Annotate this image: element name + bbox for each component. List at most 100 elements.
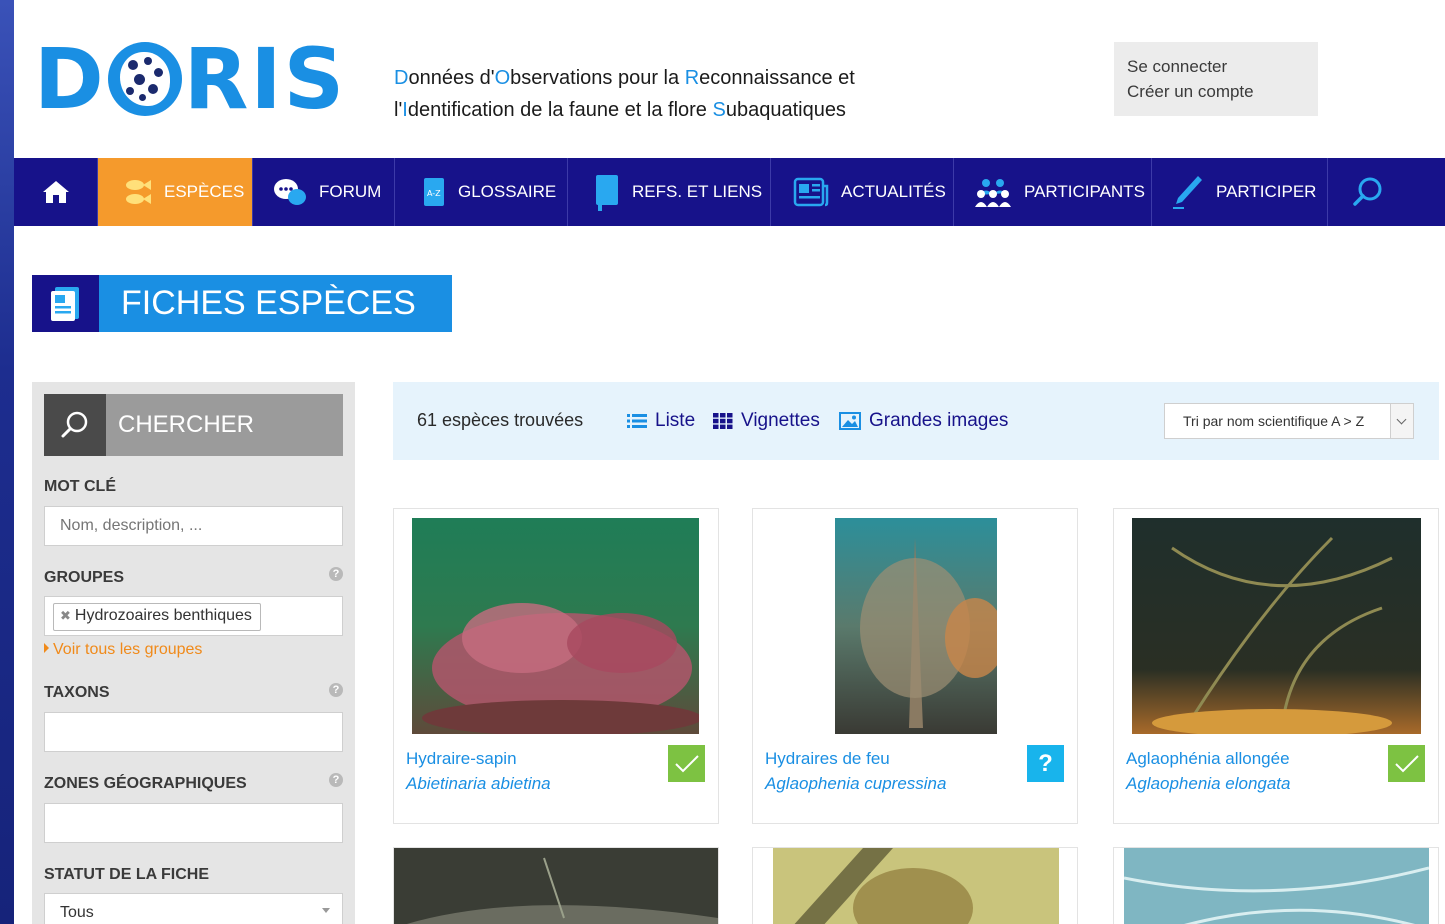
species-photo[interactable] xyxy=(1123,848,1430,924)
zones-label: ZONES GÉOGRAPHIQUES xyxy=(44,775,247,792)
tagline-text: ubaquatiques xyxy=(725,99,846,121)
remove-tag-icon[interactable]: ✖ xyxy=(60,608,71,623)
see-all-groups-label: Voir tous les groupes xyxy=(53,641,203,658)
species-photo[interactable] xyxy=(412,518,702,736)
glossary-book-icon: A-Z xyxy=(424,178,444,206)
species-card[interactable] xyxy=(1113,847,1439,924)
check-icon xyxy=(674,754,699,772)
view-large-images-button[interactable]: Grandes images xyxy=(839,410,1008,432)
species-scientific-name[interactable]: Aglaophenia cupressina xyxy=(765,774,946,794)
groups-label: GROUPES xyxy=(44,569,125,586)
tagline-text: onnées d' xyxy=(408,67,495,89)
species-photo[interactable] xyxy=(394,848,718,924)
tagline-text: econnaissance et xyxy=(699,67,855,89)
nav-actualites[interactable]: ACTUALITÉS xyxy=(771,158,954,226)
view-list-button[interactable]: Liste xyxy=(627,410,695,432)
nav-glossaire[interactable]: A-Z GLOSSAIRE xyxy=(395,158,568,226)
tagline-initial: S xyxy=(712,99,726,121)
species-sheet-icon xyxy=(32,275,99,332)
status-select[interactable]: Tous xyxy=(44,893,343,924)
search-icon xyxy=(1353,177,1382,206)
doris-logo[interactable]: D RIS xyxy=(34,30,346,128)
species-scientific-name[interactable]: Abietinaria abietina xyxy=(406,774,551,794)
species-card[interactable]: Hydraires de feu Aglaophenia cupressina … xyxy=(752,508,1078,824)
page: D RIS Données d'Observations pour la Rec… xyxy=(14,0,1445,924)
taxons-label: TAXONS xyxy=(44,684,110,701)
nav-label: REFS. ET LIENS xyxy=(632,182,763,201)
tagline-initial: D xyxy=(394,67,409,89)
chevron-down-icon xyxy=(1390,404,1413,438)
nav-home[interactable] xyxy=(14,158,98,226)
keyword-input[interactable] xyxy=(44,506,343,546)
nav-forum[interactable]: FORUM xyxy=(253,158,395,226)
nav-participants[interactable]: PARTICIPANTS xyxy=(954,158,1152,226)
groups-select[interactable]: ✖ Hydrozoaires benthiques xyxy=(44,596,343,636)
login-link[interactable]: Se connecter xyxy=(1127,54,1318,79)
nav-label: FORUM xyxy=(319,182,382,201)
nav-search[interactable] xyxy=(1328,158,1408,226)
nav-especes[interactable]: ESPÈCES xyxy=(98,158,253,226)
species-photo[interactable] xyxy=(835,518,1005,734)
see-all-groups-link[interactable]: Voir tous les groupes xyxy=(44,641,202,659)
view-thumbnails-label: Vignettes xyxy=(741,410,820,431)
page-title: FICHES ESPÈCES xyxy=(99,275,452,332)
main-nav: ESPÈCES FORUM A-Z GLOSSAIRE REFS. ET LIE… xyxy=(14,158,1445,226)
logo-letters-ris: RIS xyxy=(183,30,347,128)
home-icon xyxy=(42,181,69,203)
zones-help-icon[interactable]: ? xyxy=(329,773,343,787)
species-scientific-name[interactable]: Aglaophenia elongata xyxy=(1126,774,1290,794)
species-common-name[interactable]: Hydraires de feu xyxy=(765,749,890,769)
view-list-label: Liste xyxy=(655,410,696,431)
page-title-block: FICHES ESPÈCES xyxy=(32,275,452,332)
nav-label: ACTUALITÉS xyxy=(841,182,946,201)
sort-select[interactable]: Tri par nom scientifique A > Z xyxy=(1164,403,1414,439)
chat-bubbles-icon xyxy=(274,179,306,205)
search-header[interactable]: CHERCHER xyxy=(44,394,343,456)
svg-text:A-Z: A-Z xyxy=(427,189,441,198)
grid-icon xyxy=(713,413,733,429)
status-label: STATUT DE LA FICHE xyxy=(44,866,210,883)
species-card[interactable] xyxy=(393,847,719,924)
tagline-line: l'Identification de la faune et la flore… xyxy=(394,94,855,126)
search-header-label: CHERCHER xyxy=(106,394,343,456)
question-status-badge: ? xyxy=(1027,745,1064,782)
sort-select-value: Tri par nom scientifique A > Z xyxy=(1183,413,1365,429)
group-tag: ✖ Hydrozoaires benthiques xyxy=(53,603,261,631)
species-card[interactable]: Hydraire-sapin Abietinaria abietina xyxy=(393,508,719,824)
site-tagline: Données d'Observations pour la Reconnais… xyxy=(394,62,855,126)
account-box: Se connecter Créer un compte xyxy=(1114,42,1318,116)
view-thumbnails-button[interactable]: Vignettes xyxy=(713,410,820,432)
pen-icon xyxy=(1173,176,1202,209)
results-toolbar: 61 espèces trouvées Liste Vignettes Gran… xyxy=(393,382,1439,460)
register-link[interactable]: Créer un compte xyxy=(1127,79,1318,104)
search-icon xyxy=(44,394,106,456)
zones-input[interactable] xyxy=(44,803,343,843)
view-large-images-label: Grandes images xyxy=(869,410,1009,431)
taxons-help-icon[interactable]: ? xyxy=(329,683,343,697)
tagline-line: Données d'Observations pour la Reconnais… xyxy=(394,62,855,94)
tagline-initial: R xyxy=(684,67,700,89)
logo-letter-d: D xyxy=(34,30,106,128)
species-card[interactable] xyxy=(752,847,1078,924)
nav-label: PARTICIPANTS xyxy=(1024,182,1145,201)
nav-refs[interactable]: REFS. ET LIENS xyxy=(568,158,771,226)
nav-label: GLOSSAIRE xyxy=(458,182,557,201)
species-photo[interactable] xyxy=(773,848,1059,924)
results-count: 61 espèces trouvées xyxy=(417,410,584,430)
species-common-name[interactable]: Hydraire-sapin xyxy=(406,749,517,769)
notebook-icon xyxy=(596,175,618,211)
taxons-input[interactable] xyxy=(44,712,343,752)
image-icon xyxy=(839,412,861,430)
species-common-name[interactable]: Aglaophénia allongée xyxy=(1126,749,1290,769)
species-photo[interactable] xyxy=(1132,518,1421,737)
site-header: D RIS Données d'Observations pour la Rec… xyxy=(14,0,1445,158)
species-card[interactable]: Aglaophénia allongée Aglaophenia elongat… xyxy=(1113,508,1439,824)
nav-label: ESPÈCES xyxy=(164,182,245,201)
list-icon xyxy=(627,413,647,429)
nudibranch-logo-icon xyxy=(107,42,182,116)
groups-help-icon[interactable]: ? xyxy=(329,567,343,581)
nav-participer[interactable]: PARTICIPER xyxy=(1152,158,1328,226)
caret-right-icon xyxy=(44,643,49,653)
check-icon xyxy=(1394,754,1419,772)
search-sidebar: CHERCHER MOT CLÉ GROUPES ? ✖Hydrozoaires… xyxy=(32,382,355,924)
